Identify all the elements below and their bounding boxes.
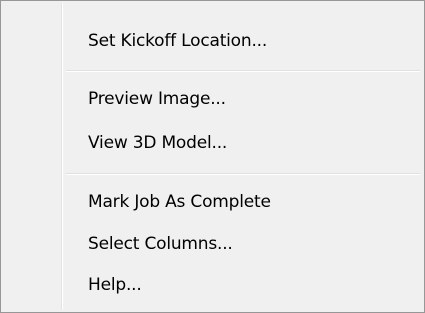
context-menu: Set Kickoff Location... Preview Image...…: [0, 0, 425, 313]
menu-item-label: View 3D Model...: [88, 133, 228, 153]
menu-item-mark-job-as-complete[interactable]: Mark Job As Complete: [4, 182, 421, 222]
menu-item-label: Mark Job As Complete: [88, 192, 271, 212]
menu-item-label: Select Columns...: [88, 234, 233, 254]
menu-item-help[interactable]: Help...: [4, 265, 421, 305]
menu-item-set-kickoff-location[interactable]: Set Kickoff Location...: [4, 21, 421, 61]
menu-item-view-3d-model[interactable]: View 3D Model...: [4, 123, 421, 163]
menu-separator: [66, 70, 420, 72]
menu-item-preview-image[interactable]: Preview Image...: [4, 79, 421, 119]
menu-item-label: Help...: [88, 275, 142, 295]
menu-separator: [66, 173, 420, 175]
menu-item-label: Set Kickoff Location...: [88, 31, 268, 51]
menu-item-select-columns[interactable]: Select Columns...: [4, 224, 421, 264]
menu-item-label: Preview Image...: [88, 89, 226, 109]
